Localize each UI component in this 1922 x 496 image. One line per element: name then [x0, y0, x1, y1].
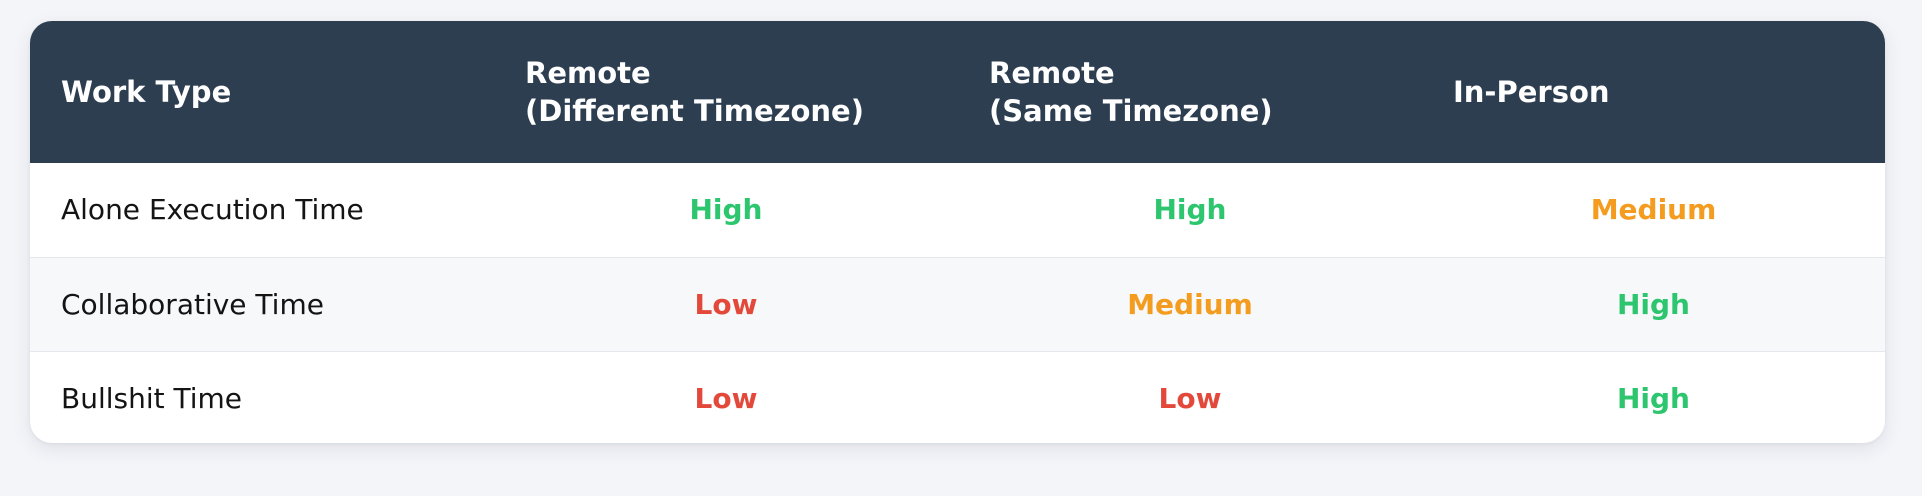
- row-label: Alone Execution Time: [61, 193, 364, 227]
- rating-cell: Medium: [1127, 287, 1253, 321]
- header-remote-different-line1: Remote: [525, 56, 651, 90]
- table-body: Alone Execution Time High High Medium Co…: [30, 163, 1885, 443]
- header-in-person: In-Person: [1422, 21, 1885, 163]
- header-remote-same-line1: Remote: [989, 56, 1115, 90]
- header-remote-different-timezone: Remote (Different Timezone): [494, 21, 958, 163]
- table-row: Bullshit Time Low Low High: [30, 351, 1885, 443]
- work-type-comparison-table: Work Type Remote (Different Timezone) Re…: [30, 21, 1885, 443]
- rating-cell: High: [689, 193, 763, 227]
- row-label: Collaborative Time: [61, 287, 324, 321]
- header-in-person-label: In-Person: [1453, 75, 1610, 109]
- comparison-table-card: Work Type Remote (Different Timezone) Re…: [30, 21, 1885, 443]
- header-row: Work Type Remote (Different Timezone) Re…: [30, 21, 1885, 163]
- row-label: Bullshit Time: [61, 381, 243, 415]
- rating-cell: Low: [1158, 381, 1222, 415]
- rating-cell: High: [1153, 193, 1227, 227]
- table-header: Work Type Remote (Different Timezone) Re…: [30, 21, 1885, 163]
- table-row: Alone Execution Time High High Medium: [30, 163, 1885, 257]
- header-remote-same-line2: (Same Timezone): [989, 94, 1273, 128]
- header-remote-same-timezone: Remote (Same Timezone): [958, 21, 1422, 163]
- rating-cell: High: [1616, 287, 1690, 321]
- rating-cell: High: [1616, 381, 1690, 415]
- table-row: Collaborative Time Low Medium High: [30, 257, 1885, 351]
- header-remote-different-line2: (Different Timezone): [525, 94, 864, 128]
- rating-cell: Medium: [1590, 193, 1717, 227]
- header-work-type: Work Type: [30, 21, 494, 163]
- rating-cell: Low: [694, 381, 758, 415]
- header-work-type-label: Work Type: [61, 75, 232, 109]
- rating-cell: Low: [694, 287, 758, 321]
